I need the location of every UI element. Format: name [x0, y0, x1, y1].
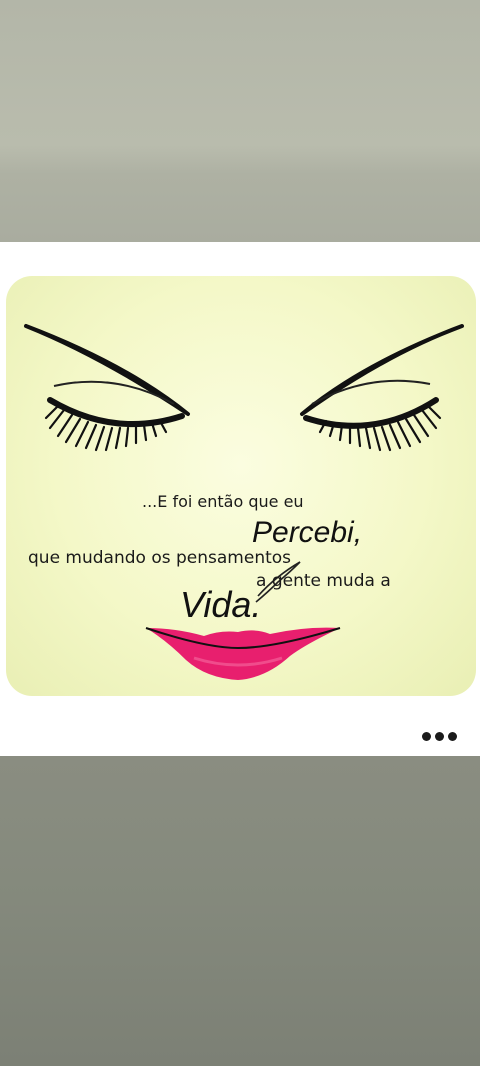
- quote-line-3: que mudando os pensamentos: [28, 548, 292, 568]
- blurred-background-top: [0, 0, 480, 242]
- right-eyelashes: [318, 404, 442, 452]
- blurred-background-bottom: [0, 756, 480, 1066]
- quote-line-5: Vida.: [180, 584, 262, 625]
- quote-line-2: Percebi,: [252, 516, 363, 549]
- more-horizontal-icon: [447, 731, 457, 741]
- quote-line-4: a gente muda a: [256, 571, 391, 591]
- left-eye-line: [47, 397, 185, 427]
- more-options-button[interactable]: [412, 722, 466, 750]
- more-horizontal-icon: [421, 731, 431, 741]
- post-image[interactable]: ...E foi então que eu Percebi, que mudan…: [6, 276, 476, 696]
- post-card: ...E foi então que eu Percebi, que mudan…: [0, 242, 480, 756]
- more-horizontal-icon: [434, 731, 444, 741]
- lips: [145, 627, 341, 680]
- left-eyelashes: [44, 404, 168, 452]
- quote-line-1: ...E foi então que eu: [142, 492, 304, 511]
- face-illustration: [24, 324, 464, 680]
